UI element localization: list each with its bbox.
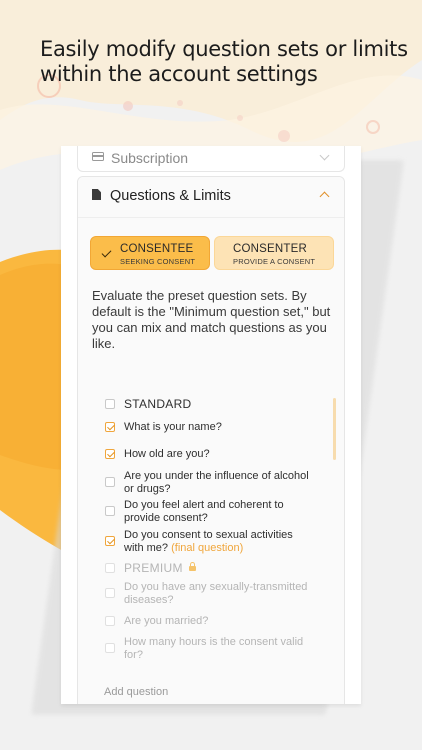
lock-icon (188, 562, 196, 571)
premium-question-label: How many hours is the consent valid for? (124, 636, 304, 661)
subscription-label: Subscription (111, 150, 189, 166)
question-checkbox[interactable] (105, 506, 115, 516)
premium-checkbox[interactable] (105, 563, 115, 573)
panel-title: Questions & Limits (110, 188, 231, 204)
panel-body: CONSENTEE SEEKING CONSENT CONSENTER PROV… (78, 218, 344, 704)
standard-label: STANDARD (124, 397, 192, 411)
chevron-down-icon[interactable] (319, 150, 330, 161)
document-icon (92, 189, 101, 200)
premium-question-checkbox[interactable] (105, 643, 115, 653)
question-label: Are you under the influence of alcohol o… (124, 470, 309, 495)
question-label: What is your name? (124, 421, 222, 433)
add-question-label: Add question (104, 686, 169, 698)
check-icon (101, 247, 112, 258)
question-checkbox[interactable] (105, 536, 115, 546)
consentee-title: CONSENTEE (120, 243, 194, 255)
question-label: Do you feel alert and coherent to provid… (124, 499, 284, 524)
description-text: Evaluate the preset question sets. By de… (92, 288, 331, 351)
final-question-note: (final question) (171, 542, 244, 554)
question-label: Do you consent to sexual activities with… (124, 529, 314, 555)
consentee-toggle[interactable]: CONSENTEE SEEKING CONSENT (90, 236, 210, 270)
premium-question-label: Are you married? (124, 615, 209, 627)
premium-question-checkbox[interactable] (105, 588, 115, 598)
premium-label: PREMIUM (124, 561, 183, 575)
question-checkbox[interactable] (105, 422, 115, 432)
premium-question-checkbox[interactable] (105, 616, 115, 626)
consentee-subtitle: SEEKING CONSENT (120, 257, 196, 266)
questions-limits-panel: Questions & Limits CONSENTEE SEEKING CON… (77, 176, 345, 704)
headline: Easily modify question sets or limits wi… (40, 37, 408, 86)
chevron-up-icon[interactable] (319, 191, 330, 202)
consenter-toggle[interactable]: CONSENTER PROVIDE A CONSENT (214, 236, 334, 270)
question-checkbox[interactable] (105, 449, 115, 459)
subscription-row[interactable]: Subscription (77, 146, 345, 172)
question-checkbox[interactable] (105, 477, 115, 487)
premium-question-label: Do you have any sexually-transmitted dis… (124, 581, 308, 606)
standard-checkbox[interactable] (105, 399, 115, 409)
consenter-subtitle: PROVIDE A CONSENT (233, 257, 316, 266)
premium-header: PREMIUM (124, 562, 314, 575)
scrollbar[interactable] (333, 398, 336, 460)
card-icon (92, 152, 104, 161)
settings-card: Subscription Questions & Limits CONSENTE… (61, 146, 361, 704)
question-label: How old are you? (124, 448, 210, 460)
panel-header[interactable]: Questions & Limits (78, 177, 344, 218)
consenter-title: CONSENTER (233, 243, 308, 255)
